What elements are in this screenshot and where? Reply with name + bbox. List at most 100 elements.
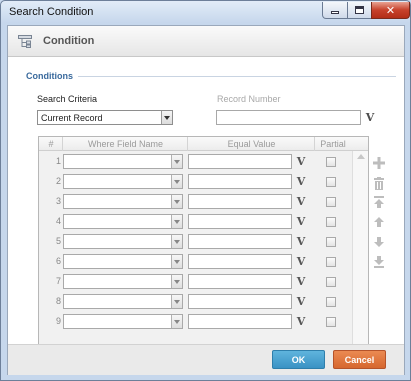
column-header-number: # — [48, 139, 54, 149]
row-number: 6 — [55, 256, 61, 266]
equal-value-v-button[interactable]: V — [295, 175, 307, 188]
dialog-footer: OK Cancel — [8, 344, 404, 375]
equal-value-v-button[interactable]: V — [295, 295, 307, 308]
chevron-down-icon — [174, 219, 180, 224]
where-field-name-select[interactable] — [63, 194, 183, 209]
equal-value-v-button[interactable]: V — [295, 235, 307, 248]
equal-value-v-button[interactable]: V — [295, 255, 307, 268]
record-number-input[interactable] — [216, 110, 361, 125]
equal-value-input[interactable] — [188, 274, 292, 289]
move-down-button[interactable] — [372, 235, 386, 249]
chevron-down-icon — [174, 179, 180, 184]
add-row-button[interactable] — [372, 156, 386, 170]
chevron-down-icon — [174, 319, 180, 324]
equal-value-v-button[interactable]: V — [295, 195, 307, 208]
row-number: 1 — [55, 156, 61, 166]
dropdown-button[interactable] — [171, 235, 182, 248]
move-up-button[interactable] — [372, 215, 386, 229]
where-field-name-select[interactable] — [63, 314, 183, 329]
dropdown-button[interactable] — [161, 111, 172, 124]
row-number: 4 — [55, 216, 61, 226]
search-criteria-select[interactable]: Current Record — [37, 110, 173, 125]
equal-value-input[interactable] — [188, 214, 292, 229]
table-row: 2V — [39, 172, 350, 192]
equal-value-input[interactable] — [188, 294, 292, 309]
chevron-down-icon — [174, 239, 180, 244]
row-number: 7 — [55, 276, 61, 286]
partial-checkbox[interactable] — [326, 237, 336, 247]
partial-checkbox[interactable] — [326, 317, 336, 327]
grid-header: # Where Field Name Equal Value Partial — [39, 137, 368, 151]
minimize-button[interactable] — [322, 2, 348, 19]
chevron-down-icon — [174, 159, 180, 164]
equal-value-input[interactable] — [188, 154, 292, 169]
column-header-where-field-name: Where Field Name — [87, 139, 164, 149]
row-number: 2 — [55, 176, 61, 186]
dropdown-button[interactable] — [171, 175, 182, 188]
partial-checkbox[interactable] — [326, 297, 336, 307]
maximize-button[interactable] — [347, 2, 372, 19]
minimize-icon — [331, 11, 339, 14]
move-top-button[interactable] — [372, 195, 386, 209]
where-field-name-select[interactable] — [63, 274, 183, 289]
scroll-up-icon[interactable] — [357, 154, 365, 159]
where-field-name-select[interactable] — [63, 214, 183, 229]
partial-checkbox[interactable] — [326, 157, 336, 167]
move-bottom-icon — [374, 256, 384, 268]
search-condition-window: Search Condition ✕ Condition Conditions … — [0, 0, 411, 381]
row-number: 8 — [55, 296, 61, 306]
equal-value-input[interactable] — [188, 234, 292, 249]
where-field-name-select[interactable] — [63, 254, 183, 269]
partial-checkbox[interactable] — [326, 277, 336, 287]
where-field-name-select[interactable] — [63, 174, 183, 189]
partial-checkbox[interactable] — [326, 217, 336, 227]
dropdown-button[interactable] — [171, 275, 182, 288]
dropdown-button[interactable] — [171, 155, 182, 168]
maximize-icon — [355, 6, 364, 14]
column-header-partial: Partial — [320, 139, 346, 149]
cancel-button[interactable]: Cancel — [333, 350, 386, 369]
ok-button[interactable]: OK — [272, 350, 325, 369]
close-icon: ✕ — [385, 3, 396, 17]
move-up-icon — [374, 217, 384, 227]
delete-icon — [374, 176, 384, 190]
column-header-equal-value: Equal Value — [227, 139, 276, 149]
equal-value-input[interactable] — [188, 314, 292, 329]
equal-value-input[interactable] — [188, 174, 292, 189]
move-top-icon — [374, 196, 384, 208]
partial-checkbox[interactable] — [326, 257, 336, 267]
close-button[interactable]: ✕ — [371, 2, 410, 19]
equal-value-input[interactable] — [188, 194, 292, 209]
table-row: 5V — [39, 232, 350, 252]
dropdown-button[interactable] — [171, 255, 182, 268]
partial-checkbox[interactable] — [326, 197, 336, 207]
dropdown-button[interactable] — [171, 315, 182, 328]
where-field-name-select[interactable] — [63, 234, 183, 249]
where-field-name-select[interactable] — [63, 154, 183, 169]
row-number: 5 — [55, 236, 61, 246]
record-number-label: Record Number — [217, 94, 281, 104]
equal-value-v-button[interactable]: V — [295, 215, 307, 228]
move-bottom-button[interactable] — [372, 255, 386, 269]
partial-checkbox[interactable] — [326, 177, 336, 187]
dropdown-button[interactable] — [171, 295, 182, 308]
record-number-v-button[interactable]: V — [364, 111, 376, 124]
table-row: 3V — [39, 192, 350, 212]
equal-value-v-button[interactable]: V — [295, 275, 307, 288]
grid-scrollbar[interactable] — [352, 151, 368, 357]
search-criteria-value: Current Record — [41, 113, 103, 123]
dropdown-button[interactable] — [171, 195, 182, 208]
move-down-icon — [374, 237, 384, 247]
table-row: 8V — [39, 292, 350, 312]
equal-value-v-button[interactable]: V — [295, 155, 307, 168]
dropdown-button[interactable] — [171, 215, 182, 228]
tree-structure-icon — [18, 35, 32, 48]
row-number: 3 — [55, 196, 61, 206]
delete-row-button[interactable] — [372, 176, 386, 190]
equal-value-v-button[interactable]: V — [295, 315, 307, 328]
title-bar[interactable]: Search Condition ✕ — [1, 1, 410, 25]
equal-value-input[interactable] — [188, 254, 292, 269]
conditions-section-title: Conditions — [26, 71, 73, 81]
where-field-name-select[interactable] — [63, 294, 183, 309]
chevron-down-icon — [174, 279, 180, 284]
